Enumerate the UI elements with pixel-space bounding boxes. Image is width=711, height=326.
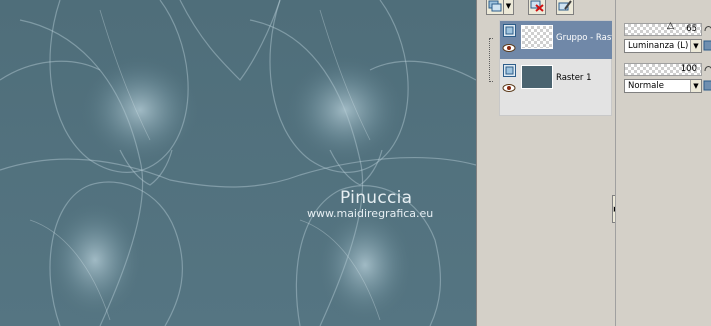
layer-thumbnail	[521, 65, 553, 89]
blend-mode-select[interactable]: Normale ▼	[624, 79, 702, 93]
layers-toolbar: ▼	[484, 0, 615, 17]
opacity-value: 65	[686, 24, 697, 34]
visibility-eye-icon[interactable]	[502, 43, 516, 53]
link-icon[interactable]	[702, 23, 711, 53]
layer-stack-icon	[488, 0, 502, 12]
pen-icon	[558, 0, 572, 11]
visibility-eye-icon[interactable]	[502, 83, 516, 93]
chevron-down-icon: ▼	[690, 40, 701, 52]
new-layer-dropdown[interactable]: ▼	[504, 0, 514, 15]
watermark-url: www.maidiregrafica.eu	[307, 207, 434, 220]
layer-row-raster[interactable]: Raster 1	[500, 61, 612, 99]
layer-name: Raster 1	[556, 73, 592, 83]
group-connector	[489, 38, 493, 82]
layer-row-group[interactable]: Gruppo - Raster 1	[500, 21, 612, 59]
opacity-value: 100	[680, 64, 697, 74]
chevron-down-icon: ▼	[690, 80, 701, 92]
blend-mode-value: Normale	[628, 81, 664, 91]
layer-icon	[503, 64, 516, 77]
layer-list: Gruppo - Raster 1 Raster 1	[499, 20, 612, 116]
layer-thumbnail	[521, 25, 553, 49]
layer-properties-panel: △ 65 Luminanza (L) ▼ 100 Normale ▼	[615, 0, 711, 326]
layer-icon	[503, 24, 516, 37]
artwork	[0, 0, 476, 326]
delete-layer-icon	[530, 0, 544, 12]
image-canvas[interactable]: Pinuccia www.maidiregrafica.eu	[0, 0, 476, 326]
slider-handle-icon: △	[667, 21, 674, 31]
opacity-slider[interactable]: △ 65	[624, 21, 702, 36]
chevron-down-icon: ▼	[505, 2, 512, 10]
layer-name: Gruppo - Raster 1	[556, 33, 612, 43]
new-layer-button[interactable]	[486, 0, 504, 15]
opacity-slider[interactable]: 100	[624, 63, 702, 76]
blend-mode-select[interactable]: Luminanza (L) ▼	[624, 39, 702, 53]
link-icon[interactable]	[702, 63, 711, 93]
layer-properties-button[interactable]	[556, 0, 574, 15]
layers-palette: ▼ Gruppo - Raster	[484, 0, 621, 326]
blend-mode-value: Luminanza (L)	[628, 41, 689, 51]
delete-layer-button[interactable]	[528, 0, 546, 15]
watermark-name: Pinuccia	[340, 188, 413, 208]
